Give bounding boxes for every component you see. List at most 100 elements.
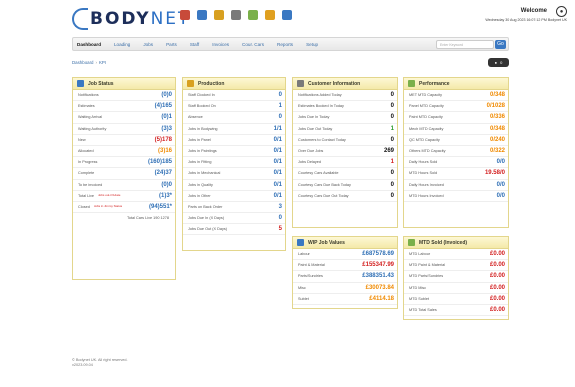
stat-value[interactable]: 0/336 bbox=[490, 114, 505, 120]
stat-row[interactable]: Paint MTD Capacity 0/336 bbox=[404, 112, 508, 124]
stat-value[interactable]: £0.00 bbox=[490, 285, 505, 291]
stat-row[interactable]: Customers to Contact Today 0 bbox=[293, 135, 397, 146]
stat-row[interactable]: Daily Hours Sold 0/0 bbox=[404, 157, 508, 169]
stat-value[interactable]: 0/0 bbox=[497, 182, 505, 188]
stat-row[interactable]: Jobs Delayed 1 bbox=[293, 157, 397, 169]
stat-value[interactable]: 0/1 bbox=[274, 159, 282, 165]
stat-value[interactable]: 1/1 bbox=[274, 126, 282, 132]
stat-row[interactable]: Jobs in Quality 0/1 bbox=[183, 180, 285, 191]
stat-row[interactable]: MET MTD Capacity 0/348 bbox=[404, 90, 508, 102]
stat-row[interactable]: Courtesy Cars Due Out Today 0 bbox=[293, 191, 397, 202]
stat-value[interactable]: (94)551* bbox=[149, 204, 172, 210]
stat-row[interactable]: Jobs Due Out Today 1 bbox=[293, 124, 397, 135]
stat-value[interactable]: (24)37 bbox=[155, 170, 172, 176]
stat-value[interactable]: 1 bbox=[391, 159, 394, 165]
stat-value[interactable]: 1 bbox=[391, 126, 394, 132]
stat-value[interactable]: 0 bbox=[391, 103, 394, 109]
stat-value[interactable]: 0/1 bbox=[274, 182, 282, 188]
calculator-icon[interactable] bbox=[197, 10, 207, 20]
stat-row[interactable]: Estimates (4)165 bbox=[73, 101, 175, 113]
stat-value[interactable]: 0/0 bbox=[497, 159, 505, 165]
stat-value[interactable]: (0)1 bbox=[161, 114, 172, 120]
stat-value[interactable]: £0.00 bbox=[490, 296, 505, 302]
stat-value[interactable]: 0/1 bbox=[274, 193, 282, 199]
stat-value[interactable]: 0/1 bbox=[274, 137, 282, 143]
stat-value[interactable]: 1 bbox=[279, 103, 282, 109]
stat-row[interactable]: MTD Parts/Sundries £0.00 bbox=[404, 271, 508, 283]
stat-row[interactable]: Courtesy Cars Due Back Today 0 bbox=[293, 180, 397, 191]
stat-value[interactable]: £0.00 bbox=[490, 262, 505, 268]
stat-value[interactable]: (0)0 bbox=[161, 92, 172, 98]
stat-value[interactable]: (0)0 bbox=[161, 182, 172, 188]
stat-row[interactable]: Parts on Back Order 3 bbox=[183, 202, 285, 214]
stat-row[interactable]: Panel MTD Capacity 0/1028 bbox=[404, 101, 508, 113]
stat-value[interactable]: 269 bbox=[384, 148, 394, 154]
stat-value[interactable]: (3)16 bbox=[158, 148, 172, 154]
stat-row[interactable]: Sublet £4114.18 bbox=[293, 294, 397, 305]
stat-row[interactable]: Allocated (3)16 bbox=[73, 146, 175, 158]
breadcrumb-current[interactable]: KPI bbox=[99, 60, 106, 65]
stat-row[interactable]: Daily Hours Invoiced 0/0 bbox=[404, 180, 508, 191]
breadcrumb-home[interactable]: Dashboard bbox=[72, 60, 93, 65]
user-icon[interactable]: ● bbox=[556, 6, 567, 17]
stat-value[interactable]: £0.00 bbox=[490, 307, 505, 313]
stat-row[interactable]: QC MTD Capacity 0/240 bbox=[404, 135, 508, 146]
stat-row[interactable]: Parts/Sundries £388351.43 bbox=[293, 271, 397, 283]
bodynet-logo[interactable]: BODYNET bbox=[72, 6, 190, 32]
stat-value[interactable]: 0/348 bbox=[490, 126, 505, 132]
stat-row[interactable]: Notifications Added Today 0 bbox=[293, 90, 397, 102]
stat-row[interactable]: Paint & Material £155347.99 bbox=[293, 260, 397, 272]
stat-value[interactable]: 0 bbox=[391, 193, 394, 199]
notification-badge[interactable]: ● 0 bbox=[488, 58, 509, 67]
stat-row[interactable]: MTD Paint & Material £0.00 bbox=[404, 260, 508, 272]
stat-value[interactable]: 0/1 bbox=[274, 148, 282, 154]
stat-value[interactable]: £30073.84 bbox=[366, 285, 394, 291]
calendar-icon[interactable] bbox=[214, 10, 224, 20]
stat-value[interactable]: £0.00 bbox=[490, 251, 505, 257]
stat-value[interactable]: (4)165 bbox=[155, 103, 172, 109]
stat-row[interactable]: MTD Misc £0.00 bbox=[404, 283, 508, 294]
stat-row[interactable]: Waiting Arrival (0)1 bbox=[73, 112, 175, 124]
stat-row[interactable]: Jobs in Mechanical 0/1 bbox=[183, 168, 285, 180]
search-button[interactable]: Go bbox=[495, 40, 506, 49]
nav-item-invoices[interactable]: Invoices bbox=[212, 42, 229, 47]
stat-row[interactable]: Complete (24)37 bbox=[73, 168, 175, 180]
stat-value[interactable]: £0.00 bbox=[490, 273, 505, 279]
stat-value[interactable]: £388351.43 bbox=[362, 273, 394, 279]
stat-value[interactable]: 0/1 bbox=[274, 170, 282, 176]
stat-row[interactable]: To be invoiced (0)0 bbox=[73, 180, 175, 191]
stat-value[interactable]: (3)3 bbox=[161, 126, 172, 132]
stat-value[interactable]: £4114.18 bbox=[369, 296, 394, 302]
settings-icon[interactable] bbox=[282, 10, 292, 20]
stat-row[interactable]: MTD Total Sales £0.00 bbox=[404, 305, 508, 317]
stat-row[interactable]: Staff Booked On 1 bbox=[183, 101, 285, 113]
stat-row[interactable]: Waiting Authority (3)3 bbox=[73, 124, 175, 135]
stat-row[interactable]: Others MTD Capacity 0/322 bbox=[404, 146, 508, 158]
stat-row[interactable]: Jobs in Fitting 0/1 bbox=[183, 157, 285, 169]
stat-value[interactable]: (160)185 bbox=[148, 159, 172, 165]
stat-value[interactable]: 0/348 bbox=[490, 92, 505, 98]
stat-value[interactable]: 0/0 bbox=[497, 193, 505, 199]
stat-row[interactable]: Mech MTD Capacity 0/348 bbox=[404, 124, 508, 135]
stat-row[interactable]: New (5)178 bbox=[73, 135, 175, 146]
stat-row[interactable]: Notifications (0)0 bbox=[73, 90, 175, 102]
stat-row[interactable]: Jobs in Bodywing 1/1 bbox=[183, 124, 285, 135]
nav-item-loading[interactable]: Loading bbox=[114, 42, 130, 47]
stat-value[interactable]: 0 bbox=[279, 92, 282, 98]
stat-row[interactable]: Over Due Jobs 269 bbox=[293, 146, 397, 158]
stat-row[interactable]: Estimates Booked In Today 0 bbox=[293, 101, 397, 113]
stat-value[interactable]: 0/322 bbox=[490, 148, 505, 154]
nav-item-staff[interactable]: Staff bbox=[190, 42, 199, 47]
nav-item-jobs[interactable]: Jobs bbox=[143, 42, 153, 47]
stat-row[interactable]: Absence 0 bbox=[183, 112, 285, 124]
stat-value[interactable]: 0/240 bbox=[490, 137, 505, 143]
stat-row[interactable]: Jobs Due Out (X Days) 5 bbox=[183, 224, 285, 236]
stat-value[interactable]: 3 bbox=[279, 204, 282, 210]
stat-value[interactable]: 0 bbox=[391, 114, 394, 120]
stat-value[interactable]: 0/1028 bbox=[487, 103, 505, 109]
stat-value[interactable]: 0 bbox=[391, 170, 394, 176]
stat-row[interactable]: MTD Sublet £0.00 bbox=[404, 294, 508, 305]
nav-item-dashboard[interactable]: Dashboard bbox=[77, 42, 101, 47]
stat-row[interactable]: MTD Hours Sold 19.58/0 bbox=[404, 168, 508, 180]
stat-value[interactable]: 0 bbox=[391, 182, 394, 188]
